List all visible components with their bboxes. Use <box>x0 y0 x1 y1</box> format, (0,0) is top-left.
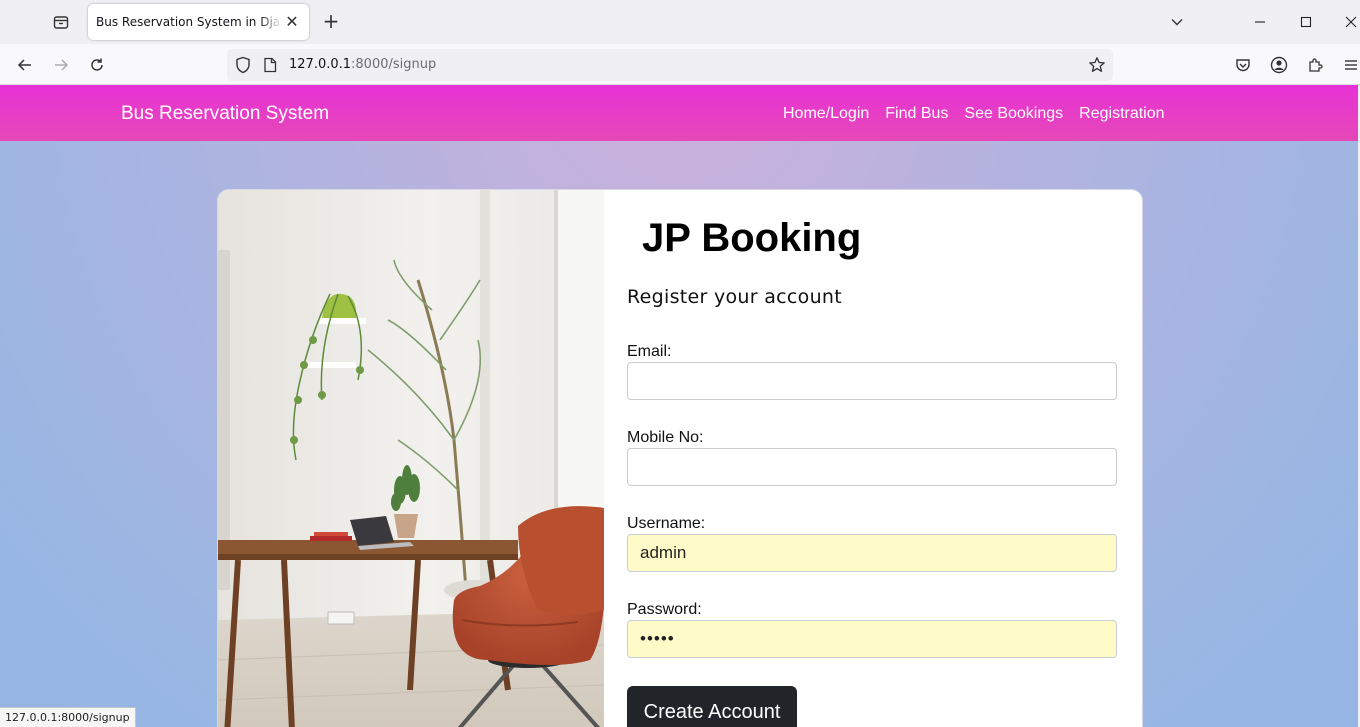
tab-title: Bus Reservation System in Django Pro <box>96 15 282 29</box>
star-icon[interactable] <box>1088 56 1106 78</box>
tab-bar: Bus Reservation System in Django Pro ✕ + <box>0 0 1360 44</box>
browser-toolbar: 127.0.0.1:8000/signup <box>0 44 1360 85</box>
nav-home-login[interactable]: Home/Login <box>783 105 869 123</box>
site-brand[interactable]: Bus Reservation System <box>121 103 329 125</box>
username-field[interactable] <box>627 534 1117 572</box>
email-label: Email: <box>627 343 672 360</box>
status-bar-url: 127.0.0.1:8000/signup <box>0 707 136 727</box>
page-icon[interactable] <box>263 57 277 77</box>
create-account-button[interactable]: Create Account <box>627 686 797 727</box>
mobile-field[interactable] <box>627 448 1117 486</box>
tab-list-icon[interactable] <box>46 8 76 36</box>
nav-find-bus[interactable]: Find Bus <box>885 105 948 123</box>
plus-icon[interactable]: + <box>320 10 342 32</box>
url-bar[interactable]: 127.0.0.1:8000/signup <box>227 49 1113 81</box>
form-subheading: Register your account <box>627 286 843 308</box>
close-window-icon[interactable] <box>1336 8 1360 36</box>
close-icon[interactable]: ✕ <box>283 13 301 31</box>
page-viewport: Bus Reservation System Home/Login Find B… <box>0 85 1358 727</box>
password-label: Password: <box>627 601 702 618</box>
pocket-icon[interactable] <box>1229 51 1257 79</box>
signup-form: JP Booking Register your account Email: … <box>604 190 1142 727</box>
url-host: 127.0.0.1 <box>289 57 352 72</box>
nav-see-bookings[interactable]: See Bookings <box>964 105 1063 123</box>
forward-icon[interactable] <box>47 51 75 79</box>
url-text[interactable]: 127.0.0.1:8000/signup <box>289 57 436 72</box>
chevron-down-icon[interactable] <box>1162 8 1192 36</box>
username-label: Username: <box>627 515 706 532</box>
nav-registration[interactable]: Registration <box>1079 105 1164 123</box>
email-field[interactable] <box>627 362 1117 400</box>
shield-icon[interactable] <box>235 56 251 78</box>
menu-icon[interactable] <box>1337 51 1360 79</box>
site-header: Bus Reservation System Home/Login Find B… <box>0 85 1358 141</box>
active-tab[interactable]: Bus Reservation System in Django Pro ✕ <box>88 4 309 40</box>
signup-card: JP Booking Register your account Email: … <box>217 189 1143 727</box>
url-path: :8000/signup <box>351 57 437 72</box>
site-nav: Home/Login Find Bus See Bookings Registr… <box>783 105 1165 123</box>
maximize-icon[interactable] <box>1291 8 1321 36</box>
reload-icon[interactable] <box>83 51 111 79</box>
form-heading: JP Booking <box>642 216 862 260</box>
password-field[interactable] <box>627 620 1117 658</box>
minimize-icon[interactable] <box>1245 8 1275 36</box>
extensions-icon[interactable] <box>1301 51 1329 79</box>
mobile-label: Mobile No: <box>627 429 704 446</box>
room-photo <box>218 190 604 727</box>
back-icon[interactable] <box>11 51 39 79</box>
account-icon[interactable] <box>1265 51 1293 79</box>
